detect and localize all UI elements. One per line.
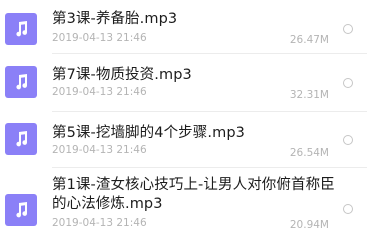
file-name: 第1课-渣女核心技巧上-让男人对你俯首称臣的心法修炼.mp3 [52,177,335,212]
file-name: 第5课-挖墙脚的4个步骤.mp3 [52,125,245,141]
select-radio[interactable] [343,78,353,88]
select-radio[interactable] [343,135,353,145]
file-list: 第3课-养备胎.mp3 2019-04-13 21:46 26.47M 第7课-… [0,0,367,241]
select-radio[interactable] [343,24,353,34]
music-note-icon [5,13,37,45]
file-date: 2019-04-13 21:46 [52,144,147,156]
file-size: 26.54M [289,147,329,159]
file-date: 2019-04-13 21:46 [52,32,147,44]
select-radio[interactable] [343,204,353,214]
file-size: 20.94M [289,219,329,231]
music-note-icon [5,194,37,226]
music-note-icon [5,123,37,155]
file-list-item[interactable]: 第5课-挖墙脚的4个步骤.mp3 2019-04-13 21:46 26.54M [0,111,367,166]
file-list-item[interactable]: 第1课-渣女核心技巧上-让男人对你俯首称臣的心法修炼.mp3 2019-04-1… [0,167,367,241]
file-name: 第3课-养备胎.mp3 [52,11,178,27]
file-size: 26.47M [289,34,329,46]
file-date: 2019-04-13 21:46 [52,217,147,229]
file-name: 第7课-物质投资.mp3 [52,67,192,83]
file-date: 2019-04-13 21:46 [52,86,147,98]
file-size: 32.31M [289,89,329,101]
file-list-item[interactable]: 第7课-物质投资.mp3 2019-04-13 21:46 32.31M [0,53,367,106]
music-note-icon [5,66,37,98]
file-list-item[interactable]: 第3课-养备胎.mp3 2019-04-13 21:46 26.47M [0,0,367,50]
